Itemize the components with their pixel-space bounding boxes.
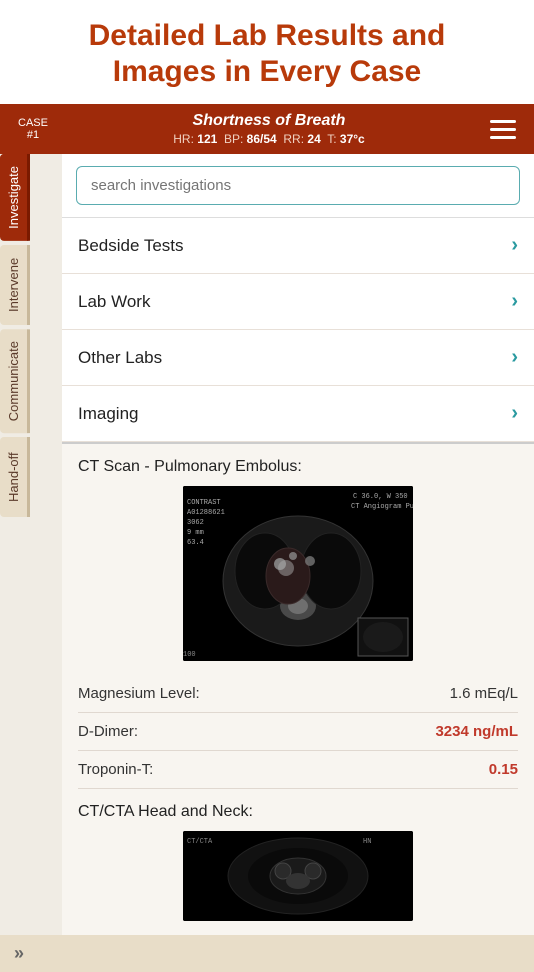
svg-text:9 mm: 9 mm [187, 529, 204, 537]
sidebar-tabs: Investigate Intervene Communicate Hand-o… [0, 154, 30, 521]
results-section: CT Scan - Pulmonary Embolus: [62, 442, 534, 935]
case-name: Shortness of Breath [62, 112, 476, 130]
lab-result-magnesium: Magnesium Level: 1.6 mEq/L [78, 675, 518, 713]
menu-item-imaging[interactable]: Imaging › [62, 386, 534, 442]
content-area: Bedside Tests › Lab Work › Other Labs › … [62, 154, 534, 935]
svg-text:CT Angiogram Pulmon: CT Angiogram Pulmon [351, 503, 413, 511]
bottom-nav: » [0, 935, 534, 972]
chevron-right-icon: › [511, 402, 518, 425]
sidebar-item-intervene[interactable]: Intervene [0, 245, 30, 325]
search-input[interactable] [76, 166, 520, 205]
main-layout: Investigate Intervene Communicate Hand-o… [0, 154, 534, 935]
search-bar [62, 154, 534, 218]
ct-scan-image: C 36.0, W 350 CT Angiogram Pulmon CONTRA… [183, 486, 413, 661]
case-number: Case #1 [14, 117, 52, 141]
chevron-right-icon: › [511, 290, 518, 313]
page-title: Detailed Lab Results and Images in Every… [16, 18, 518, 90]
cta-head-neck-image: CT/CTA HN [183, 831, 413, 921]
svg-text:C 36.0, W 350: C 36.0, W 350 [353, 493, 408, 501]
hamburger-button[interactable] [486, 116, 520, 143]
menu-item-other-labs[interactable]: Other Labs › [62, 330, 534, 386]
svg-text:CT/CTA: CT/CTA [187, 838, 213, 846]
menu-item-lab-work[interactable]: Lab Work › [62, 274, 534, 330]
menu-item-bedside-tests[interactable]: Bedside Tests › [62, 218, 534, 274]
svg-text:100: 100 [183, 651, 196, 659]
nav-arrows[interactable]: » [14, 943, 24, 964]
page-title-section: Detailed Lab Results and Images in Every… [0, 0, 534, 104]
svg-text:HN: HN [363, 838, 371, 846]
case-info: Shortness of Breath HR: 121 BP: 86/54 RR… [62, 112, 476, 146]
sidebar-item-investigate[interactable]: Investigate [0, 154, 30, 241]
lab-result-troponin: Troponin-T: 0.15 [78, 751, 518, 789]
svg-text:A01288621: A01288621 [187, 509, 225, 517]
ct-scan-title: CT Scan - Pulmonary Embolus: [78, 458, 518, 476]
menu-list: Bedside Tests › Lab Work › Other Labs › … [62, 218, 534, 442]
sidebar-item-handoff[interactable]: Hand-off [0, 437, 30, 517]
case-vitals: HR: 121 BP: 86/54 RR: 24 T: 37°c [62, 132, 476, 146]
cta-head-neck-title: CT/CTA Head and Neck: [78, 803, 518, 821]
chevron-right-icon: › [511, 346, 518, 369]
svg-text:CONTRAST: CONTRAST [187, 499, 221, 507]
case-bar: Case #1 Shortness of Breath HR: 121 BP: … [0, 104, 534, 154]
lab-result-ddimer: D-Dimer: 3234 ng/mL [78, 713, 518, 751]
sidebar-item-communicate[interactable]: Communicate [0, 329, 30, 433]
svg-text:3062: 3062 [187, 519, 204, 527]
chevron-right-icon: › [511, 234, 518, 257]
svg-text:63.4: 63.4 [187, 539, 204, 547]
